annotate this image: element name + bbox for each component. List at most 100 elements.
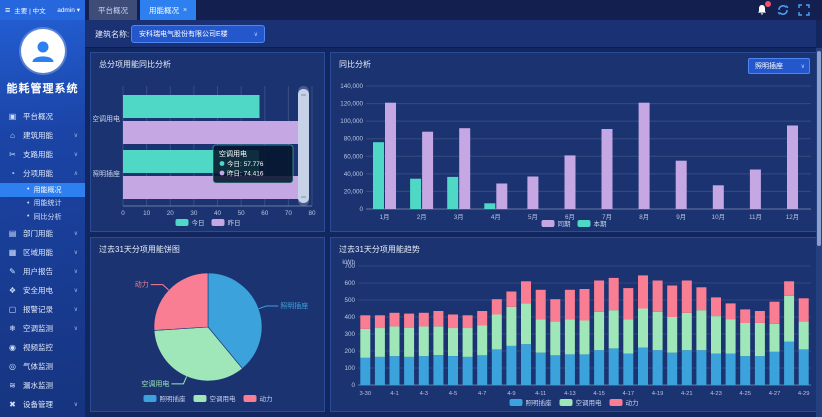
- stack-动力-4-23[interactable]: [711, 297, 721, 316]
- bar-同期-8月[interactable]: [639, 103, 650, 209]
- stack-空调用电-4-3[interactable]: [419, 326, 429, 356]
- stack-照明插座-4-7[interactable]: [477, 355, 487, 385]
- bar-同期-4月[interactable]: [496, 184, 507, 210]
- bar-同期-3月[interactable]: [459, 128, 470, 209]
- chart-trend-31d[interactable]: kWh01002003004005006007003-304-14-34-54-…: [333, 258, 814, 409]
- stack-空调用电-4-6[interactable]: [463, 328, 473, 357]
- stack-动力-4-21[interactable]: [682, 281, 692, 313]
- bar-本期-2月[interactable]: [410, 179, 421, 209]
- stack-动力-4-20[interactable]: [667, 286, 677, 318]
- stack-照明插座-3-31[interactable]: [375, 357, 385, 385]
- hamburger-menu-icon[interactable]: ≡: [5, 6, 10, 15]
- sidebar-item-safe-power[interactable]: ❖安全用电∨: [0, 281, 85, 300]
- stack-照明插座-4-6[interactable]: [463, 357, 473, 385]
- stack-照明插座-4-1[interactable]: [390, 356, 400, 385]
- stack-照明插座-4-15[interactable]: [594, 350, 604, 385]
- sidebar-item-user-report[interactable]: ✎用户报告∨: [0, 262, 85, 281]
- stack-空调用电-4-10[interactable]: [521, 303, 531, 344]
- bar-同期-6月[interactable]: [565, 155, 576, 209]
- stack-照明插座-4-17[interactable]: [623, 354, 633, 386]
- stack-动力-4-18[interactable]: [638, 275, 648, 308]
- stack-空调用电-4-19[interactable]: [653, 312, 663, 350]
- stack-空调用电-4-25[interactable]: [740, 323, 750, 356]
- stack-照明插座-4-28[interactable]: [784, 342, 794, 385]
- stack-照明插座-4-24[interactable]: [726, 354, 736, 386]
- stack-空调用电-4-13[interactable]: [565, 320, 575, 355]
- stack-动力-4-10[interactable]: [521, 281, 531, 303]
- stack-动力-4-12[interactable]: [550, 299, 560, 321]
- stack-照明插座-4-14[interactable]: [580, 354, 590, 385]
- stack-照明插座-4-4[interactable]: [433, 355, 443, 385]
- stack-动力-4-7[interactable]: [477, 311, 487, 326]
- stack-动力-4-13[interactable]: [565, 290, 575, 320]
- stack-照明插座-4-8[interactable]: [492, 349, 502, 385]
- stack-空调用电-4-29[interactable]: [799, 321, 809, 349]
- stack-空调用电-4-23[interactable]: [711, 316, 721, 353]
- sidebar-item-region-energy[interactable]: ▦区域用能∨: [0, 243, 85, 262]
- stack-动力-4-9[interactable]: [506, 292, 516, 307]
- scrollbar-thumb[interactable]: [817, 51, 821, 246]
- tab-energy-overview[interactable]: 用能概况×: [140, 0, 196, 20]
- stack-照明插座-4-18[interactable]: [638, 348, 648, 385]
- stack-动力-4-15[interactable]: [594, 281, 604, 312]
- stack-照明插座-3-30[interactable]: [360, 358, 370, 385]
- stack-动力-4-17[interactable]: [623, 288, 633, 320]
- stack-照明插座-4-2[interactable]: [404, 357, 414, 385]
- stack-空调用电-4-18[interactable]: [638, 309, 648, 348]
- user-menu[interactable]: admin ▾: [57, 6, 80, 14]
- sidebar-item-video-monitor[interactable]: ◉视频监控: [0, 338, 85, 357]
- stack-照明插座-4-16[interactable]: [609, 348, 619, 385]
- stack-照明插座-4-5[interactable]: [448, 356, 458, 385]
- stack-动力-4-5[interactable]: [448, 315, 458, 329]
- sidebar-item-subentry-energy[interactable]: ◔分项用能∧: [0, 164, 85, 183]
- stack-动力-4-3[interactable]: [419, 313, 429, 327]
- stack-空调用电-4-7[interactable]: [477, 326, 487, 356]
- bar-本期-4月[interactable]: [484, 203, 495, 209]
- stack-空调用电-4-28[interactable]: [784, 296, 794, 342]
- stack-空调用电-4-2[interactable]: [404, 328, 414, 357]
- stack-空调用电-4-1[interactable]: [390, 326, 400, 356]
- legend-item-空调用电[interactable]: 空调用电: [560, 398, 603, 407]
- bar-同期-9月[interactable]: [676, 161, 687, 209]
- stack-动力-4-25[interactable]: [740, 309, 750, 323]
- stack-动力-4-27[interactable]: [770, 302, 780, 324]
- sidebar-subitem-energy-overview[interactable]: •用能概况: [0, 183, 85, 197]
- bar-同期-12月[interactable]: [787, 126, 798, 210]
- stack-照明插座-4-29[interactable]: [799, 349, 809, 385]
- tab-close-icon[interactable]: ×: [183, 7, 187, 14]
- sidebar-item-department-energy[interactable]: ▤部门用能∨: [0, 224, 85, 243]
- subentry-select[interactable]: 照明插座 ∨: [748, 58, 810, 74]
- stack-照明插座-4-11[interactable]: [536, 353, 546, 385]
- stack-照明插座-4-12[interactable]: [550, 355, 560, 385]
- bar-同期-11月[interactable]: [750, 170, 761, 210]
- chart-pie-31d[interactable]: 照明插座空调用电动力照明插座空调用电动力: [93, 258, 322, 409]
- stack-照明插座-4-23[interactable]: [711, 354, 721, 386]
- bar-同期-7月[interactable]: [602, 129, 613, 209]
- stack-动力-3-31[interactable]: [375, 315, 385, 328]
- bar-同期-1月[interactable]: [385, 103, 396, 209]
- stack-空调用电-4-8[interactable]: [492, 315, 502, 350]
- stack-照明插座-4-10[interactable]: [521, 344, 531, 385]
- stack-动力-4-28[interactable]: [784, 281, 794, 296]
- bar-同期-2月[interactable]: [422, 132, 433, 209]
- tab-platform-overview[interactable]: 平台概况: [89, 0, 137, 20]
- stack-照明插座-4-27[interactable]: [770, 352, 780, 385]
- stack-空调用电-4-17[interactable]: [623, 320, 633, 354]
- fullscreen-icon[interactable]: [798, 4, 810, 16]
- legend-item-照明插座[interactable]: 照明插座: [510, 398, 553, 407]
- stack-动力-4-1[interactable]: [390, 313, 400, 327]
- stack-空调用电-4-4[interactable]: [433, 326, 443, 355]
- legend-item-照明插座[interactable]: 照明插座: [144, 394, 187, 403]
- stack-动力-4-14[interactable]: [580, 289, 590, 321]
- stack-照明插座-4-26[interactable]: [755, 356, 765, 385]
- stack-动力-3-30[interactable]: [360, 315, 370, 329]
- stack-动力-4-8[interactable]: [492, 299, 502, 314]
- stack-动力-4-26[interactable]: [755, 311, 765, 323]
- stack-照明插座-4-20[interactable]: [667, 353, 677, 385]
- legend-item-同期[interactable]: 同期: [542, 220, 572, 228]
- stack-空调用电-4-16[interactable]: [609, 310, 619, 348]
- stack-照明插座-4-13[interactable]: [565, 354, 575, 385]
- sidebar-item-building-energy[interactable]: ⌂建筑用能∨: [0, 126, 85, 145]
- stack-动力-4-4[interactable]: [433, 311, 443, 326]
- datazoom-slider[interactable]: [298, 86, 309, 206]
